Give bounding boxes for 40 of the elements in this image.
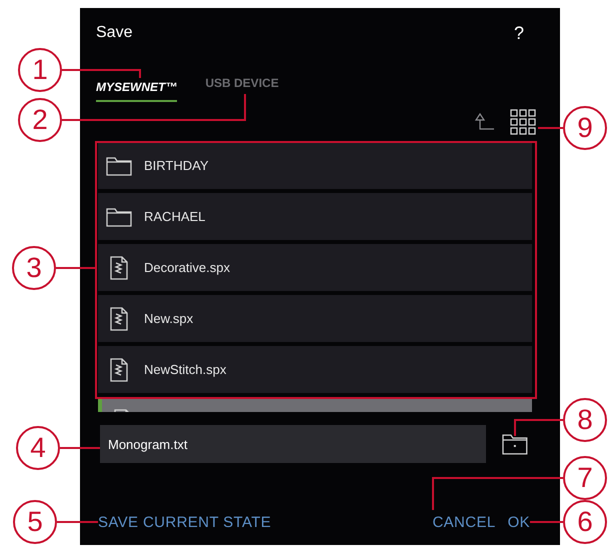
file-name: NewStitch.spx <box>144 360 226 379</box>
new-folder-icon[interactable] <box>502 433 528 455</box>
file-row[interactable]: New.spx <box>98 295 532 342</box>
leader-line <box>60 447 100 449</box>
file-row[interactable]: NewStitch.spx <box>98 346 532 393</box>
tab[interactable]: MYSEWNET™ <box>96 78 178 102</box>
file-row[interactable]: Decorative.spx <box>98 244 532 291</box>
filename-field[interactable]: Monogram.txt <box>100 425 486 463</box>
tab[interactable]: USB DEVICE <box>205 74 279 102</box>
leader-line <box>56 267 96 269</box>
stitch-file-icon <box>110 256 128 280</box>
grid-view-icon[interactable] <box>510 109 536 135</box>
callout-number: 5 <box>13 500 57 544</box>
help-button[interactable]: ? <box>514 20 524 46</box>
leader-line <box>538 127 563 129</box>
file-name: Decorative.spx <box>144 258 230 277</box>
file-name: New.spx <box>144 310 194 328</box>
stitch-file-icon <box>110 306 128 330</box>
file-row[interactable]: RACHAEL <box>98 193 532 240</box>
text-button[interactable]: OK <box>508 512 530 534</box>
leader-line <box>57 521 98 523</box>
folder-icon <box>106 206 132 226</box>
leader-line <box>514 419 563 436</box>
callout-number: 1 <box>18 48 62 92</box>
callout-number: 2 <box>18 98 62 142</box>
text-button[interactable]: CANCEL <box>432 512 496 534</box>
file-name: RACHAEL <box>144 208 206 226</box>
dialog-title: Save <box>96 23 132 43</box>
callout-number: 4 <box>16 426 60 470</box>
leader-line <box>530 521 563 523</box>
file-row[interactable]: BIRTHDAY <box>98 142 532 189</box>
callout-number: 6 <box>563 500 607 544</box>
stitch-file-icon <box>110 358 128 382</box>
callout-number: 8 <box>563 398 607 442</box>
file-name: BIRTHDAY <box>144 156 209 175</box>
folder-icon <box>106 156 132 176</box>
callout-number: 9 <box>563 106 607 150</box>
callout-number: 3 <box>12 246 56 290</box>
text-button[interactable]: SAVE CURRENT STATE <box>98 512 272 534</box>
callout-number: 7 <box>563 456 607 500</box>
